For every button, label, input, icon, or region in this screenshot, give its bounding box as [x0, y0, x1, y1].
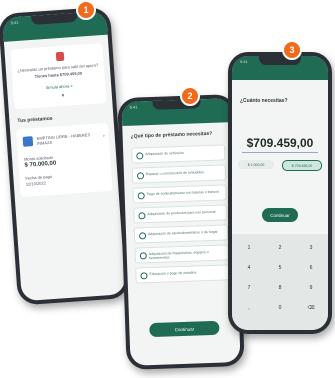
- step-badge-1: 1: [76, 0, 96, 20]
- key-4[interactable]: 4: [240, 260, 258, 276]
- option-label: Adquisición de maquinarias, equipos o he…: [148, 250, 209, 261]
- promo-card: ¿Necesitas un préstamo para salir del ap…: [10, 43, 107, 110]
- continue-button[interactable]: Continuar: [262, 208, 298, 222]
- phone-2-screen: 9:41 ¿Qué tipo de préstamo necesitas? Ad…: [121, 98, 241, 366]
- radio-icon: [136, 152, 144, 160]
- lock-icon: [55, 51, 65, 62]
- key-2[interactable]: 2: [271, 240, 289, 256]
- key-comma[interactable]: ,: [240, 300, 258, 316]
- loan-date: 12/10/2022: [25, 180, 47, 187]
- option-5[interactable]: Adquisición de maquinarias, equipos o he…: [134, 244, 230, 264]
- option-label: Adquisición de electrodomésticos o de ho…: [147, 229, 218, 237]
- phone-1-screen: 9:41 ¿Necesitas un préstamo para salir d…: [2, 10, 126, 302]
- radio-icon: [140, 272, 148, 280]
- key-8[interactable]: 8: [271, 280, 289, 296]
- option-label: Reparar o construcción de inmuebles: [145, 170, 204, 177]
- amount-underline: [242, 152, 318, 153]
- radio-icon: [138, 212, 146, 220]
- numeric-keypad: 1 2 3 4 5 6 7 8 9 , 0 ⌫: [232, 234, 328, 330]
- option-0[interactable]: Adquisición de vehículos: [131, 144, 226, 164]
- key-9[interactable]: 9: [302, 280, 320, 296]
- option-label: Educación o pago de estudios: [149, 270, 197, 277]
- option-6[interactable]: Educación o pago de estudios: [135, 264, 230, 284]
- step-badge-3: 3: [282, 40, 302, 60]
- chip-min[interactable]: $ 1.000,00: [238, 160, 274, 169]
- chip-max[interactable]: $ 709.459,00: [282, 160, 322, 171]
- backspace-icon[interactable]: ⌫: [302, 300, 320, 316]
- option-3[interactable]: Adquisición de productos para uso person…: [133, 204, 228, 224]
- chevron-right-icon: ›: [102, 133, 105, 140]
- radio-icon: [138, 232, 147, 240]
- phone-1: 9:41 ¿Necesitas un préstamo para salir d…: [0, 6, 131, 306]
- key-6[interactable]: 6: [302, 260, 320, 276]
- loan-type-title: ¿Qué tipo de préstamo necesitas?: [130, 130, 213, 140]
- loan-name: EMPTING LIBRE - HABERES INMAZA: [36, 132, 91, 146]
- option-2[interactable]: Pago de endeudamiento con tarjetas o ban…: [132, 184, 227, 204]
- bank-icon: [22, 136, 34, 147]
- key-1[interactable]: 1: [240, 240, 258, 256]
- radio-icon: [137, 192, 145, 200]
- amount-title: ¿Cuánto necesitas?: [240, 98, 288, 104]
- option-label: Adquisición de productos para uso person…: [147, 209, 216, 217]
- step-badge-2: 2: [180, 86, 200, 106]
- option-label: Pago de endeudamiento con tarjetas o ban…: [146, 189, 220, 197]
- radio-icon: [139, 252, 147, 260]
- loan-date-label: Fecha de pago: [25, 173, 53, 181]
- option-4[interactable]: Adquisición de electrodomésticos o de ho…: [133, 224, 229, 244]
- chevron-down-icon: ▾: [61, 92, 65, 99]
- option-1[interactable]: Reparar o construcción de inmuebles: [131, 164, 227, 184]
- loans-section-title: Tus préstamos: [17, 115, 53, 125]
- loan-amount: $ 70.000,00: [24, 160, 57, 169]
- phone-2: 9:41 ¿Qué tipo de préstamo necesitas? Ad…: [117, 94, 245, 370]
- phone-3: 9:41 ¿Cuánto necesitas? $709.459,00 $ 1.…: [228, 52, 332, 334]
- key-7[interactable]: 7: [240, 280, 258, 296]
- loan-card[interactable]: EMPTING LIBRE - HABERES INMAZA › Monto s…: [16, 122, 113, 198]
- key-3[interactable]: 3: [302, 240, 320, 256]
- phone-1-status-time: 9:41: [10, 19, 19, 26]
- phone-3-screen: 9:41 ¿Cuánto necesitas? $709.459,00 $ 1.…: [232, 56, 328, 330]
- phone-3-status-time: 9:41: [240, 59, 248, 64]
- key-0[interactable]: 0: [271, 300, 289, 316]
- amount-value: $709.459,00: [246, 136, 314, 150]
- option-label: Adquisición de vehículos: [145, 150, 184, 157]
- phone-2-status-time: 9:41: [129, 104, 138, 110]
- simulate-link[interactable]: Simula ahora >: [17, 81, 101, 92]
- continue-button[interactable]: Continuar: [149, 320, 220, 338]
- radio-icon: [136, 172, 145, 180]
- key-5[interactable]: 5: [271, 260, 289, 276]
